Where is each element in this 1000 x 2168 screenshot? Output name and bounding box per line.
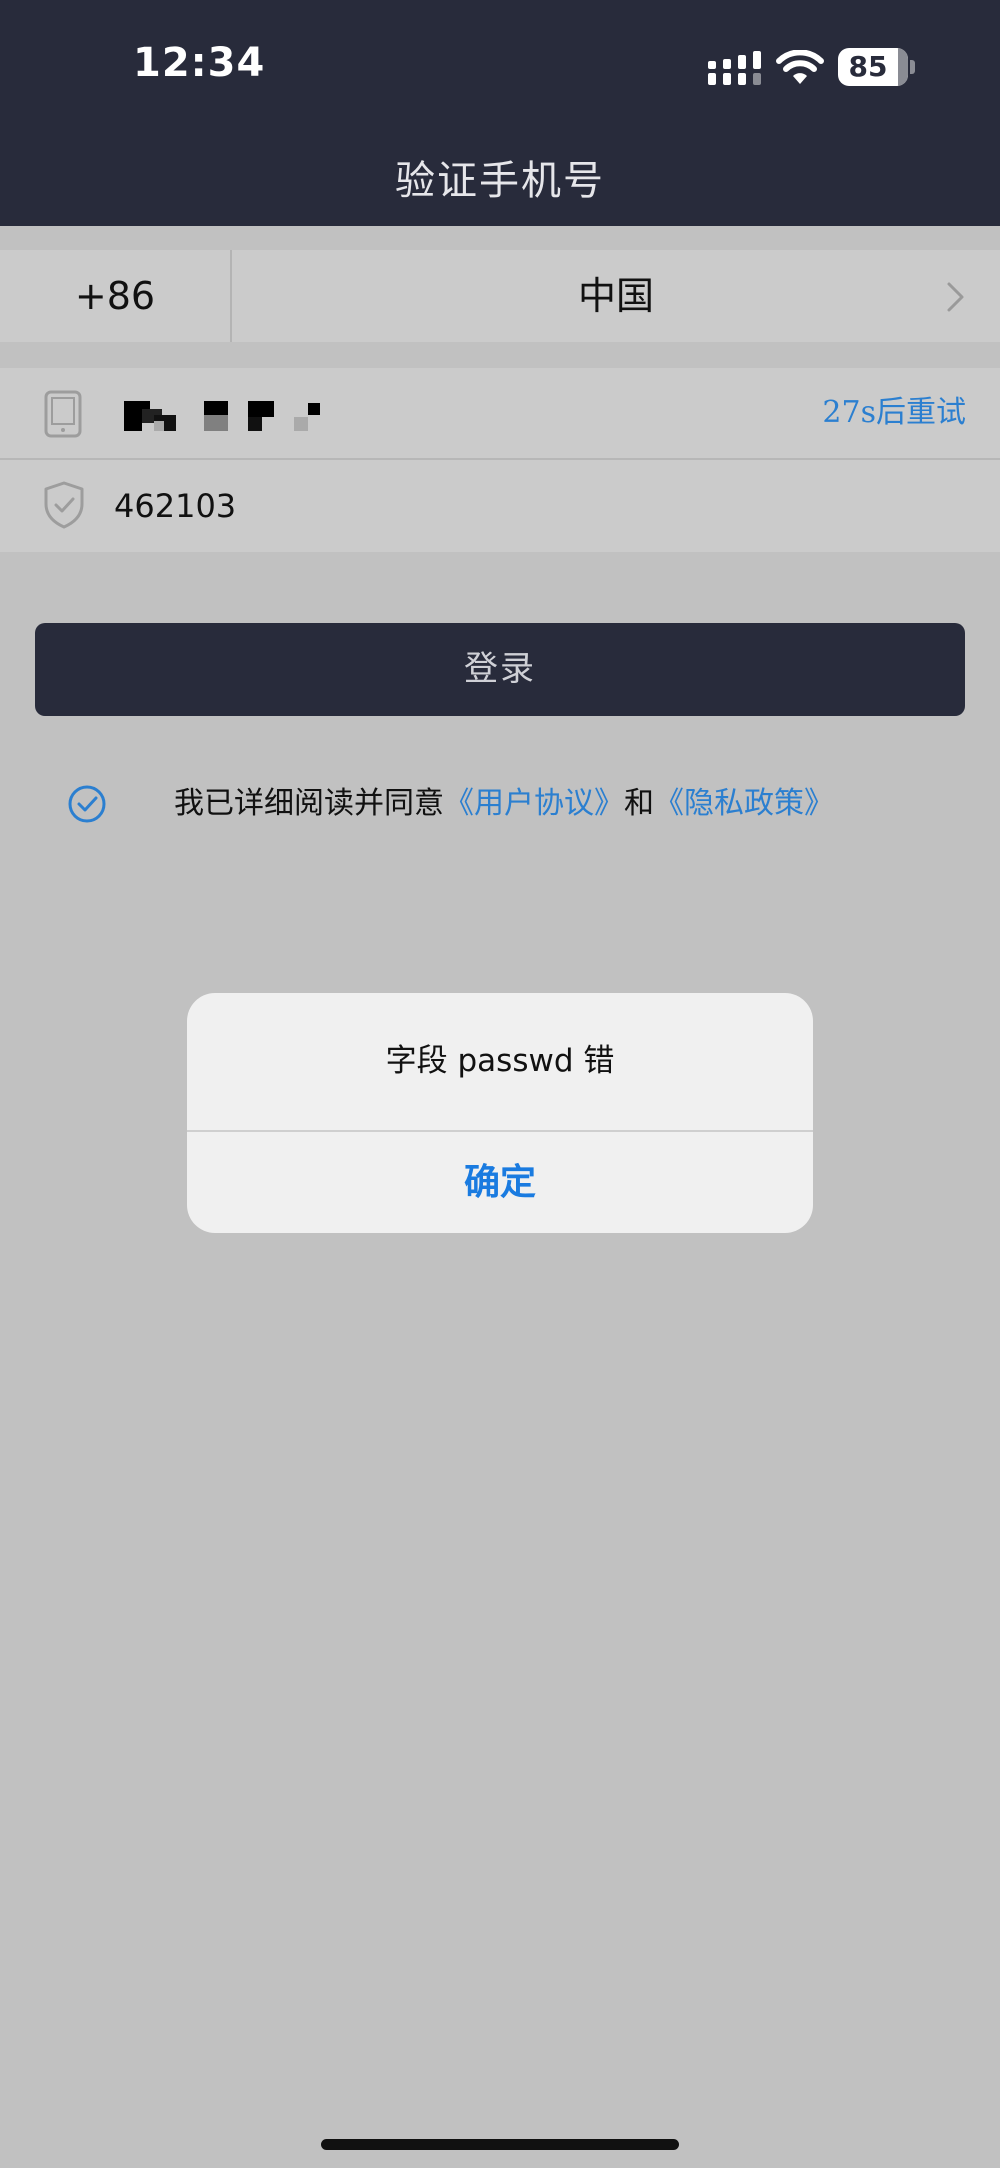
alert-confirm-button[interactable]: 确定 [187,1132,813,1233]
alert-message: 字段 passwd 错 [385,1043,615,1079]
phone-icon [44,390,82,438]
status-bar: 12:34 85 [0,0,1000,130]
agreement-prefix: 我已详细阅读并同意 [174,786,444,821]
status-time: 12:34 [133,40,266,86]
country-selector[interactable]: +86 中国 [0,250,1000,342]
home-indicator[interactable] [321,2139,679,2150]
cellular-signal-icon [708,51,761,85]
dial-code: +86 [0,250,232,342]
agreement-checkbox-icon[interactable] [67,784,107,824]
country-name: 中国 [577,274,654,318]
chevron-right-icon [947,282,964,312]
header: 12:34 85 验证手机号 [0,0,1000,226]
user-agreement-link[interactable]: 《用户协议》 [444,786,624,821]
battery-nub [910,60,915,74]
resend-countdown[interactable]: 27s后重试 [822,368,966,458]
login-button[interactable]: 登录 [35,623,965,716]
battery-level: 85 [848,50,888,83]
login-form: 27s后重试 [0,368,1000,552]
page-title: 验证手机号 [395,158,605,204]
shield-check-icon [44,481,84,529]
verification-code-input[interactable] [114,460,814,552]
agreement-conjunction: 和 [624,786,654,821]
masked-phone-number [124,401,324,431]
wifi-icon [776,50,824,84]
privacy-policy-link[interactable]: 《隐私政策》 [654,786,834,821]
agreement-text: 我已详细阅读并同意《用户协议》和《隐私政策》 [174,784,834,824]
battery-icon: 85 [838,48,908,86]
error-alert-dialog: 字段 passwd 错 确定 [187,993,813,1233]
